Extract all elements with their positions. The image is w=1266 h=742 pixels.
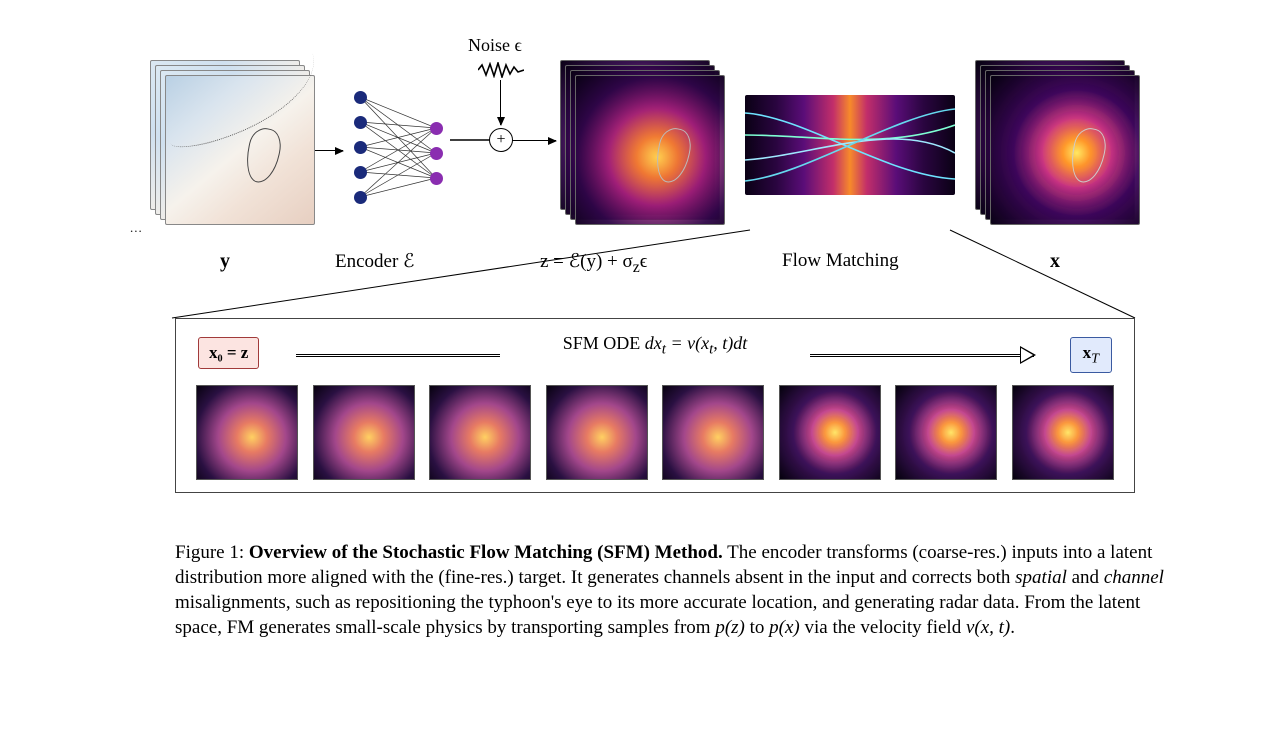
nn-node — [354, 191, 367, 204]
ode-thumb — [779, 385, 881, 480]
noise-label: Noise ϵ — [468, 35, 522, 56]
heat-card-front — [990, 75, 1140, 225]
nn-node — [430, 172, 443, 185]
ode-thumb — [546, 385, 648, 480]
connector-line — [450, 128, 492, 152]
arrow-down-icon — [500, 80, 501, 125]
ode-thumb — [196, 385, 298, 480]
map-card-front — [165, 75, 315, 225]
ode-panel: x₀ = z SFM ODE dxt = ν(xt, t)dt xT — [175, 318, 1135, 493]
island-outline — [652, 125, 695, 185]
ode-equation: SFM ODE dxt = ν(xt, t)dt — [500, 333, 810, 359]
nn-node — [430, 122, 443, 135]
nn-node — [354, 116, 367, 129]
island-outline — [1067, 125, 1110, 185]
noise-zigzag-icon — [478, 62, 524, 78]
ode-thumb — [1012, 385, 1114, 480]
nn-node — [354, 166, 367, 179]
input-map-stack — [150, 60, 315, 220]
nn-node — [354, 141, 367, 154]
arrow-right-icon — [315, 150, 343, 151]
arrow-right-icon — [512, 140, 556, 141]
latent-z-stack — [560, 60, 725, 220]
ode-thumb — [895, 385, 997, 480]
pipeline-row: ... — [80, 20, 1186, 280]
label-encoder: Encoder ℰ — [335, 250, 415, 273]
flow-lines — [745, 95, 955, 195]
figure-container: ... — [80, 20, 1186, 280]
flow-matching-ribbon — [745, 95, 955, 195]
nn-node — [354, 91, 367, 104]
ode-thumb — [429, 385, 531, 480]
figure-caption: Figure 1: Overview of the Stochastic Flo… — [175, 540, 1175, 640]
island-outline — [242, 125, 285, 185]
encoder-network-icon — [348, 85, 453, 220]
x0-box: x₀ = z — [198, 337, 259, 369]
xT-box: xT — [1070, 337, 1112, 373]
label-x: x — [1050, 250, 1060, 273]
heat-card-front — [575, 75, 725, 225]
label-flow-matching: Flow Matching — [782, 250, 899, 272]
ellipsis-dots: ... — [130, 220, 143, 236]
ode-thumbnail-row — [196, 385, 1114, 480]
ode-thumb — [662, 385, 764, 480]
nn-node — [430, 147, 443, 160]
label-z-equation: z = ℰ(y) + σzϵ — [540, 250, 648, 277]
plus-circle-icon: + — [489, 128, 513, 152]
label-y: y — [220, 250, 230, 273]
ode-thumb — [313, 385, 415, 480]
output-x-stack — [975, 60, 1140, 220]
